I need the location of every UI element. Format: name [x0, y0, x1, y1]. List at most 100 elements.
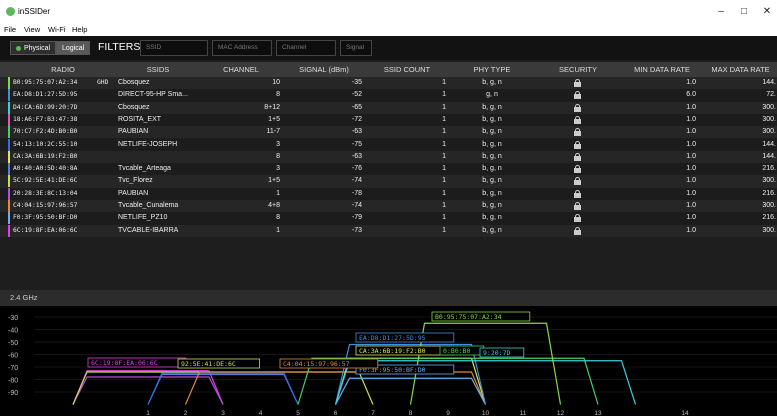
ssid-count-value: 1 [442, 79, 446, 86]
phy-type-value: b, g, n [482, 140, 502, 148]
table-row[interactable]: 5C:92:5E:41:DE:6C Tvc_Florez 1+5 -74 1 b, g, … [0, 175, 777, 188]
minimize-button[interactable]: – [714, 6, 728, 17]
col-ssid-count[interactable]: SSID COUNT [366, 65, 448, 74]
ssid-count-value: 1 [442, 214, 446, 222]
signal-value: -74 [351, 177, 362, 185]
menu-help[interactable]: Help [72, 25, 87, 34]
table-row[interactable]: EA:D8:D1:27:5D:95 DIRECT-95-HP Sma... 8 -52… [0, 89, 777, 102]
signal-curve [334, 377, 487, 405]
table-row[interactable]: C4:04:15:97:96:57 Tvcable_Cunalema 4+8 -74 1… [0, 200, 777, 213]
table-row[interactable]: B0:95:75:07:A2:34 GHD Cbosquez 10 -35 1 b, g, … [0, 77, 777, 90]
y-tick-label: -30 [8, 315, 18, 322]
channel-value: 8 [276, 91, 280, 99]
radio-mac: 70:C7:F2:4D:B0:B0 [13, 128, 78, 136]
col-phy-type[interactable]: PHY TYPE [450, 65, 534, 74]
channel-graph: -30 -40 -50 -60 -70 -80 -90 1 2 3 4 5 6 7 8 9 10 11 12 13 14… [0, 306, 777, 416]
radio-mac: 5C:92:5E:41:DE:6C [13, 177, 78, 185]
ssid-name: ROSITA_EXT [118, 115, 162, 123]
table-row[interactable]: F0:3F:95:50:BF:D0 NETLIFE_PZ10 8 -79 1 b, g, … [0, 212, 777, 225]
col-ssids[interactable]: SSIDS [118, 65, 198, 74]
ssid-name: NETLIFE_PZ10 [118, 214, 168, 222]
table-row[interactable]: D4:CA:6D:99:20:7D Cbosquez 8+12 -65 1 b, g, n… [0, 101, 777, 114]
close-button[interactable]: ✕ [760, 6, 774, 17]
row-color-bar [8, 89, 10, 102]
logical-view-button[interactable]: Logical [56, 41, 91, 55]
maximize-button[interactable]: □ [737, 6, 751, 17]
row-color-bar [8, 150, 10, 163]
channel-value: 1+5 [268, 115, 280, 123]
col-channel[interactable]: CHANNEL [200, 65, 282, 74]
table-row[interactable]: A0:40:A0:5D:40:8A Tvcable_Arteaga 3 -76 1 b, … [0, 163, 777, 176]
lock-icon [574, 140, 581, 149]
signal-value: -79 [351, 214, 362, 222]
phy-type-value: b, g, n [482, 115, 502, 123]
phy-type-value: b, g, n [482, 103, 502, 111]
table-row[interactable]: 6C:19:8F:EA:06:6C TVCABLE-IBARRA 1 -73 1 b, g… [0, 224, 777, 237]
min-rate-value: 6.0 [686, 91, 696, 99]
x-tick-label: 12 [557, 410, 565, 416]
menu-view[interactable]: View [24, 25, 40, 34]
title-bar: inSSIDer – □ ✕ [0, 0, 777, 24]
menu-wifi[interactable]: Wi-Fi [48, 25, 66, 34]
x-tick-label: 9 [446, 410, 450, 416]
row-color-bar [8, 200, 10, 212]
max-rate-value: 300. [762, 202, 776, 209]
ssid-name: DIRECT-95-HP Sma... [118, 91, 188, 99]
max-rate-value: 144. [762, 152, 776, 160]
ssid-count-value: 1 [442, 103, 446, 111]
phy-type-value: b, g, n [482, 214, 502, 222]
max-rate-value: 300. [762, 103, 776, 111]
channel-graph-svg: -30-40-50-60-70-80-901 2 3 4 5 6 7 8 9 10 11 12 13 14… [8, 311, 777, 416]
radio-mac: 54:13:10:2C:55:10 [13, 140, 78, 148]
lock-icon [574, 177, 581, 186]
ssid-name: Tvcable_Cunalema [118, 202, 179, 209]
physical-view-button[interactable]: Physical [10, 41, 57, 55]
col-radio[interactable]: RADIO [8, 65, 118, 74]
signal-value: -52 [351, 91, 362, 99]
ssid-name: Tvcable_Arteaga [118, 165, 171, 173]
channel-value: 1 [276, 189, 280, 197]
x-tick-label: 3 [221, 410, 225, 416]
signal-value: -73 [351, 226, 362, 234]
radio-mac: C4:04:15:97:96:57 [13, 202, 78, 209]
x-tick-label: 7 [371, 410, 375, 416]
signal-filter-input[interactable]: Signal [340, 40, 372, 56]
ssid-count-value: 1 [442, 91, 446, 99]
ssid-name: Tvc_Florez [118, 177, 153, 185]
menu-file[interactable]: File [4, 25, 16, 34]
channel-filter-input[interactable]: Channel [276, 40, 336, 56]
radio-mac: 18:A6:F7:B3:47:38 [13, 115, 78, 123]
signal-curve [147, 373, 299, 405]
col-security[interactable]: SECURITY [536, 65, 620, 74]
signal-curve [72, 370, 224, 405]
col-signal[interactable]: SIGNAL (dBm) [282, 65, 366, 74]
lock-icon [574, 103, 581, 112]
ssid-filter-input[interactable]: SSID [140, 40, 208, 56]
phy-type-value: b, g, n [482, 189, 502, 197]
signal-curve [72, 376, 224, 405]
signal-value: -63 [351, 152, 362, 160]
table-row[interactable]: 18:A6:F7:B3:47:38 ROSITA_EXT 1+5 -72 1 b, g, … [0, 113, 777, 127]
table-row[interactable]: CA:3A:6B:19:F2:B0 8 -63 1 b, g, n 1.0 144. [0, 150, 777, 164]
x-tick-label: 11 [520, 410, 527, 416]
table-row[interactable]: 20:28:3E:8C:13:04 PAUBIAN 1 -78 1 b, g, n 1.0 2… [0, 187, 777, 200]
app-title: inSSIDer [18, 7, 51, 16]
channel-value: 1+5 [268, 177, 280, 185]
y-tick-label: -90 [8, 390, 18, 397]
table-row[interactable]: 54:13:10:2C:55:10 NETLIFE-JOSEPH 3 -75 1 b, g… [0, 138, 777, 151]
lock-icon [574, 115, 581, 124]
col-min-rate[interactable]: MIN DATA RATE [620, 65, 704, 74]
ssid-name: Cbosquez [118, 79, 150, 86]
mac-tag-label: 6C:19:8F:EA:06:6C [91, 359, 158, 367]
physical-label: Physical [24, 45, 51, 52]
col-max-rate[interactable]: MAX DATA RATE [704, 65, 777, 74]
mac-tag-label: C4:04:15:97:96:57 [283, 360, 350, 368]
channel-value: 3 [276, 165, 280, 173]
mac-filter-input[interactable]: MAC Address [212, 40, 272, 56]
channel-value: 8+12 [264, 103, 280, 111]
table-row[interactable]: 70:C7:F2:4D:B0:B0 PAUBIAN 11-7 -63 1 b, g, n 1… [0, 126, 777, 139]
ssid-count-value: 1 [442, 177, 446, 185]
mac-tag-label: 0:B0:B0 [443, 347, 470, 355]
phy-type-value: b, g, n [482, 226, 502, 234]
max-rate-value: 300. [762, 128, 776, 136]
